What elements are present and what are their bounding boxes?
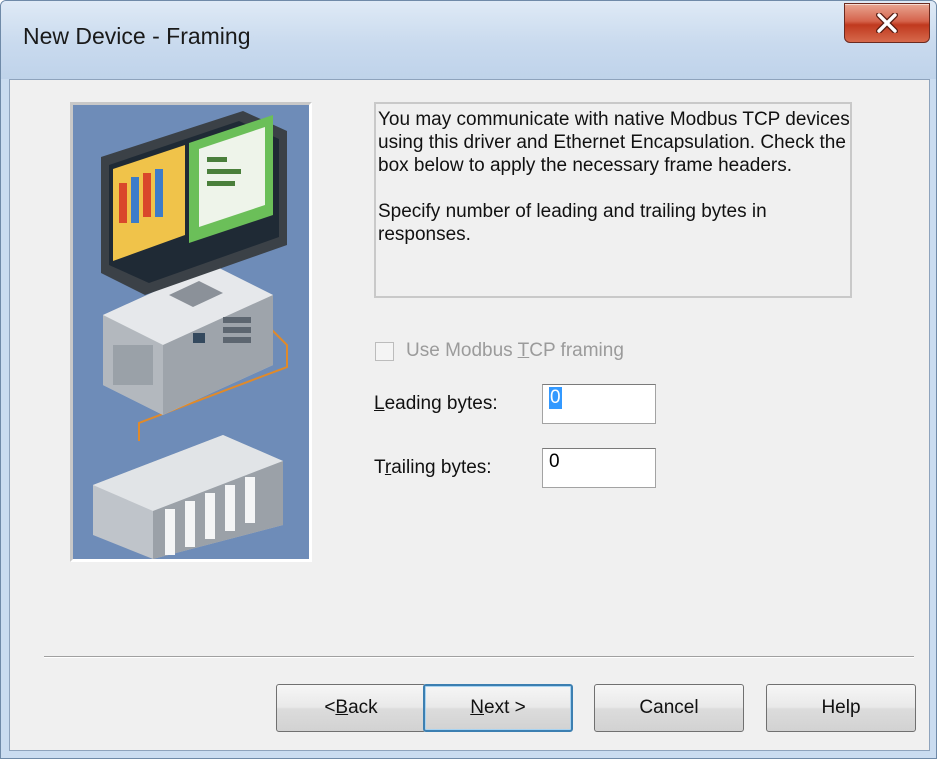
button-separator bbox=[44, 656, 914, 658]
back-button-accelerator: B bbox=[335, 697, 349, 718]
checkbox-label-prefix: Use Modbus bbox=[406, 340, 518, 361]
checkbox-box[interactable] bbox=[375, 341, 394, 361]
trailing-bytes-input[interactable]: 0 bbox=[542, 448, 656, 488]
computer-plc-illustration bbox=[93, 111, 288, 559]
close-button[interactable] bbox=[844, 3, 930, 43]
trailing-bytes-label: Trailing bytes: bbox=[374, 457, 542, 479]
back-button-prefix: < bbox=[324, 697, 336, 718]
next-button-accelerator: N bbox=[470, 697, 484, 718]
trailing-bytes-row: Trailing bytes: 0 bbox=[374, 448, 656, 488]
trailing-bytes-value: 0 bbox=[549, 451, 560, 472]
cancel-button[interactable]: Cancel bbox=[594, 684, 744, 732]
trailing-bytes-label-rest: ailing bytes: bbox=[391, 457, 492, 478]
leading-bytes-value: 0 bbox=[549, 387, 562, 409]
leading-bytes-accelerator: L bbox=[374, 393, 385, 414]
next-button-label-rest: ext > bbox=[484, 697, 526, 718]
use-modbus-tcp-framing-checkbox[interactable]: Use Modbus TCP framing bbox=[375, 340, 624, 362]
help-button[interactable]: Help bbox=[766, 684, 916, 732]
close-icon bbox=[876, 13, 898, 33]
title-bar[interactable]: New Device - Framing bbox=[1, 1, 936, 79]
leading-bytes-row: Leading bytes: 0 bbox=[374, 384, 656, 424]
checkbox-label: Use Modbus TCP framing bbox=[406, 340, 624, 362]
trailing-bytes-label-prefix: T bbox=[374, 457, 385, 478]
dialog-window: New Device - Framing You may communicate… bbox=[0, 0, 937, 759]
next-button[interactable]: Next > bbox=[423, 684, 573, 732]
checkbox-label-suffix: CP framing bbox=[529, 340, 624, 361]
description-box: You may communicate with native Modbus T… bbox=[374, 102, 852, 298]
window-title: New Device - Framing bbox=[23, 23, 251, 49]
device-illustration bbox=[70, 102, 312, 562]
back-button-label-rest: ack bbox=[348, 697, 378, 718]
checkbox-label-accelerator: T bbox=[517, 340, 530, 361]
description-paragraph-1: You may communicate with native Modbus T… bbox=[378, 109, 850, 176]
leading-bytes-label-rest: eading bytes: bbox=[384, 393, 498, 414]
dialog-client-area: You may communicate with native Modbus T… bbox=[9, 79, 930, 751]
leading-bytes-input[interactable]: 0 bbox=[542, 384, 656, 424]
leading-bytes-label: Leading bytes: bbox=[374, 393, 542, 415]
description-paragraph-2: Specify number of leading and trailing b… bbox=[378, 201, 767, 245]
back-button[interactable]: < Back bbox=[276, 684, 426, 732]
